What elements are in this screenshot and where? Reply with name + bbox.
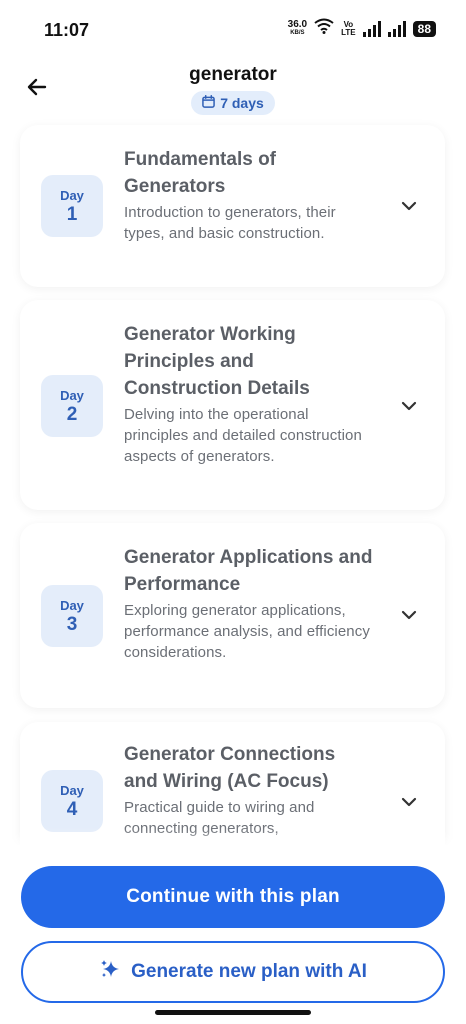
- home-indicator[interactable]: [155, 1010, 311, 1015]
- status-time: 11:07: [44, 20, 90, 40]
- day-card-content: Generator Connections and Wiring (AC Foc…: [124, 741, 374, 839]
- duration-label: 7 days: [220, 95, 264, 111]
- battery-icon: 88: [412, 20, 436, 37]
- continue-plan-label: Continue with this plan: [126, 886, 340, 907]
- day-title: Generator Working Principles and Constru…: [124, 324, 310, 399]
- day-card-1[interactable]: Day 1 Fundamentals of Generators Introdu…: [20, 125, 445, 287]
- network-speed: 36.0 KB/S: [287, 18, 308, 36]
- day-badge: Day 2: [41, 375, 103, 437]
- day-card-2[interactable]: Day 2 Generator Working Principles and C…: [20, 300, 445, 510]
- chevron-down-icon[interactable]: [399, 196, 419, 216]
- day-card-content: Generator Working Principles and Constru…: [124, 321, 374, 467]
- status-icons: 36.0 KB/S Vo LTE 88: [288, 18, 436, 39]
- signal-icon-sim1: [362, 20, 381, 37]
- day-badge: Day 4: [41, 770, 103, 832]
- day-card-3[interactable]: Day 3 Generator Applications and Perform…: [20, 523, 445, 708]
- chevron-down-icon[interactable]: [399, 605, 419, 625]
- day-description: Exploring generator applications, perfor…: [124, 602, 370, 661]
- day-title: Generator Applications and Performance: [124, 547, 373, 595]
- duration-badge: 7 days: [191, 91, 275, 115]
- day-badge: Day 1: [41, 175, 103, 237]
- day-card-content: Fundamentals of Generators Introduction …: [124, 146, 374, 244]
- chevron-down-icon[interactable]: [399, 792, 419, 812]
- day-description: Practical guide to wiring and connecting…: [124, 799, 315, 837]
- generate-new-plan-button[interactable]: Generate new plan with AI: [21, 941, 445, 1003]
- day-title: Fundamentals of Generators: [124, 149, 277, 197]
- continue-plan-button[interactable]: Continue with this plan: [21, 866, 445, 928]
- wifi-icon: [314, 18, 334, 39]
- generate-new-plan-label: Generate new plan with AI: [131, 961, 367, 982]
- day-badge: Day 3: [41, 585, 103, 647]
- sparkle-icon: [99, 958, 121, 986]
- volte-indicator: Vo LTE: [341, 19, 356, 37]
- status-bar: 11:07 36.0 KB/S Vo LTE 88: [0, 0, 466, 60]
- day-description: Introduction to generators, their types,…: [124, 204, 336, 242]
- page-title: generator: [189, 64, 277, 85]
- day-title: Generator Connections and Wiring (AC Foc…: [124, 744, 336, 792]
- calendar-icon: [202, 95, 216, 111]
- signal-icon-sim2: [387, 20, 406, 37]
- chevron-down-icon[interactable]: [399, 396, 419, 416]
- day-card-content: Generator Applications and Performance E…: [124, 544, 374, 663]
- day-description: Delving into the operational principles …: [124, 406, 362, 465]
